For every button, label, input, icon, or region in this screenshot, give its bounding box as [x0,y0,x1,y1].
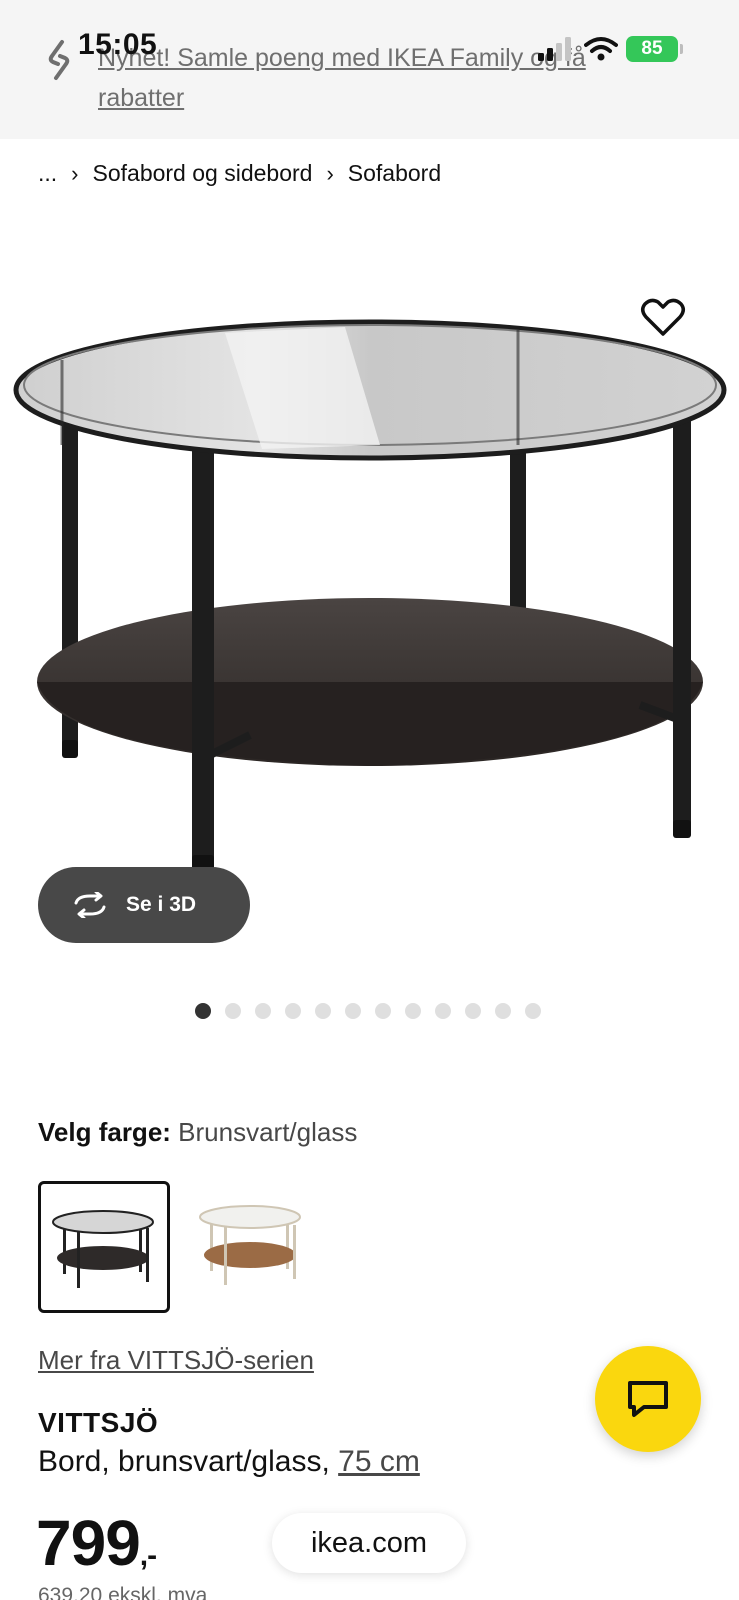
color-selection-label: Velg farge: Brunsvart/glass [38,1117,357,1148]
browser-url-pill[interactable]: ikea.com [272,1513,466,1573]
browser-url: ikea.com [310,1526,428,1559]
pagination-dot[interactable] [345,1003,361,1019]
battery-indicator: 85 [626,36,683,62]
breadcrumb-item-sofabord[interactable]: Sofabord [348,160,441,187]
promo-banner: Nyhet! Samle poeng med IKEA Family og få… [0,0,739,139]
pagination-dot[interactable] [435,1003,451,1019]
chat-bubble-icon [628,1381,668,1417]
series-link[interactable]: Mer fra VITTSJÖ-serien [38,1345,314,1376]
status-icons: 85 [538,34,683,64]
color-selected-value: Brunsvart/glass [178,1117,358,1147]
breadcrumb-item-sofabord-og-sidebord[interactable]: Sofabord og sidebord [93,160,313,187]
chevron-right-icon: › [326,160,334,186]
color-swatch-brunsvart-glass[interactable] [38,1181,170,1313]
rotate-3d-icon [74,892,106,918]
breadcrumb: ... › Sofabord og sidebord › Sofabord [38,160,441,187]
status-time: 15:05 [78,28,158,61]
swatch-thumbnail-black [52,1210,154,1288]
product-description-text: Bord, brunsvart/glass, [38,1445,339,1478]
pagination-dot[interactable] [525,1003,541,1019]
pagination-dot[interactable] [285,1003,301,1019]
swatch-thumbnail-walnut [199,1205,301,1285]
price-excl-vat: 639,20 ekskl. mva [38,1584,208,1600]
chat-button[interactable] [595,1346,701,1452]
price-value: 799 [36,1507,141,1579]
product-size-link[interactable]: 75 cm [338,1445,420,1478]
battery-level: 85 [641,38,663,59]
product-price: 799,- [36,1507,157,1591]
cellular-signal-icon [538,37,571,61]
pagination-dot[interactable] [255,1003,271,1019]
image-pagination [195,1003,541,1019]
view-in-3d-label: Se i 3D [126,893,197,916]
chevron-right-icon: › [71,160,79,186]
link-icon [48,40,70,80]
price-suffix: ,- [139,1539,157,1572]
favorite-heart-icon[interactable] [640,296,686,338]
pagination-dot[interactable] [315,1003,331,1019]
view-in-3d-button[interactable]: Se i 3D [38,867,250,943]
wifi-icon [584,37,618,61]
product-name: VITTSJÖ [38,1407,159,1438]
breadcrumb-ellipsis[interactable]: ... [38,160,57,187]
pagination-dot[interactable] [195,1003,211,1019]
color-label-heading: Velg farge: [38,1117,171,1147]
product-image[interactable] [0,235,739,975]
color-swatch-hvit-valnott[interactable] [188,1181,320,1313]
pagination-dot[interactable] [495,1003,511,1019]
pagination-dot[interactable] [225,1003,241,1019]
product-description: Bord, brunsvart/glass, 75 cm [38,1445,420,1479]
pagination-dot[interactable] [375,1003,391,1019]
pagination-dot[interactable] [465,1003,481,1019]
pagination-dot[interactable] [405,1003,421,1019]
